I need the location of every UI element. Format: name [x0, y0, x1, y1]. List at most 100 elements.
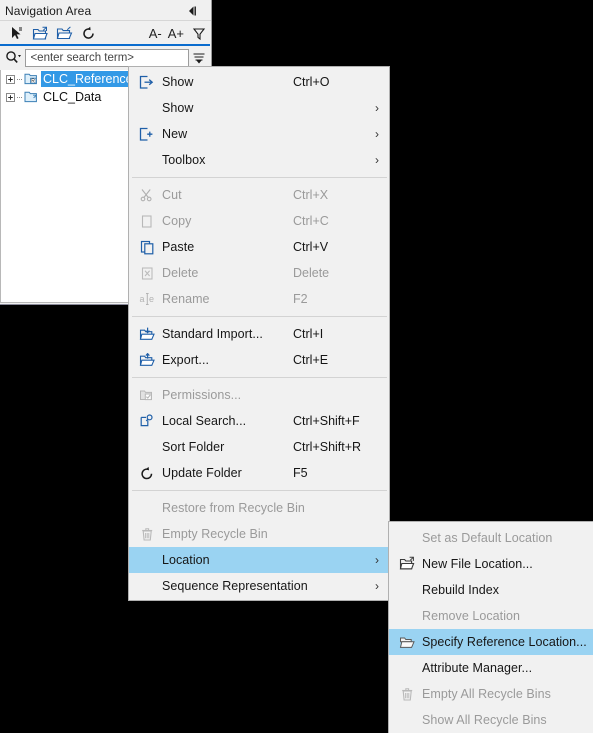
- menu-item-show-submenu[interactable]: Show ›: [129, 95, 389, 121]
- collapse-left-icon[interactable]: [185, 3, 199, 18]
- menu-item-accel: F2: [293, 292, 308, 306]
- trash-icon: [392, 683, 422, 705]
- refresh-icon[interactable]: [76, 23, 100, 45]
- menu-item-label: Export...: [162, 353, 209, 367]
- font-decrease-button[interactable]: A-: [146, 26, 165, 41]
- tree-item-label: CLC_Data: [43, 90, 102, 104]
- menu-item-accel: Ctrl+X: [293, 188, 329, 202]
- filter-funnel-icon[interactable]: [187, 23, 211, 45]
- menu-item-new[interactable]: New ›: [129, 121, 389, 147]
- submenu-item-attribute-manager[interactable]: Attribute Manager...: [389, 655, 593, 681]
- menu-item-sequence-representation[interactable]: Sequence Representation ›: [129, 573, 389, 599]
- search-input[interactable]: [25, 48, 190, 67]
- reference-folder-icon: R: [22, 71, 41, 87]
- menu-item-label: Paste: [162, 240, 195, 254]
- menu-item-label: Sequence Representation: [162, 579, 308, 593]
- menu-item-label: Sort Folder: [162, 440, 225, 454]
- search-options-icon[interactable]: [189, 47, 209, 68]
- cursor-arrow-icon[interactable]: [4, 23, 28, 45]
- menu-item-label: Set as Default Location: [422, 531, 553, 545]
- open-folder-icon[interactable]: [52, 23, 76, 45]
- menu-item-delete[interactable]: Delete Delete: [129, 260, 389, 286]
- menu-item-label: Remove Location: [422, 609, 521, 623]
- location-submenu[interactable]: Set as Default Location New File Locatio…: [388, 521, 593, 733]
- menu-item-icon-placeholder: [392, 709, 422, 731]
- svg-text:a: a: [139, 294, 144, 304]
- menu-separator: [132, 377, 387, 378]
- menu-item-sort-folder[interactable]: Sort Folder Ctrl+Shift+R: [129, 434, 389, 460]
- menu-item-icon-placeholder: [132, 497, 162, 519]
- menu-item-icon-placeholder: [392, 657, 422, 679]
- show-open-icon: [132, 71, 162, 93]
- menu-item-icon-placeholder: [132, 149, 162, 171]
- add-folder-icon[interactable]: [28, 23, 52, 45]
- menu-item-label: Location: [162, 553, 210, 567]
- menu-item-accel: Ctrl+Shift+F: [293, 414, 360, 428]
- menu-item-icon-placeholder: [392, 527, 422, 549]
- menu-item-export[interactable]: Export... Ctrl+E: [129, 347, 389, 373]
- menu-separator: [132, 177, 387, 178]
- local-search-icon: [132, 410, 162, 432]
- menu-item-label: New File Location...: [422, 557, 533, 571]
- context-menu[interactable]: Show Ctrl+O Show › New › Toolbox › Cut C…: [128, 66, 390, 601]
- copy-icon: [132, 210, 162, 232]
- permissions-icon: [132, 384, 162, 406]
- submenu-item-new-file-location[interactable]: New File Location...: [389, 551, 593, 577]
- submenu-item-empty-all-recycle-bins[interactable]: Empty All Recycle Bins: [389, 681, 593, 707]
- menu-item-permissions[interactable]: Permissions...: [129, 382, 389, 408]
- menu-item-label: Rebuild Index: [422, 583, 500, 597]
- menu-item-icon-placeholder: [392, 579, 422, 601]
- menu-item-accel: Ctrl+V: [293, 240, 329, 254]
- font-increase-button[interactable]: A+: [165, 26, 187, 41]
- new-plus-icon: [132, 123, 162, 145]
- menu-item-update-folder[interactable]: Update Folder F5: [129, 460, 389, 486]
- menu-item-label: Show: [162, 101, 194, 115]
- menu-item-label: Permissions...: [162, 388, 242, 402]
- chevron-right-icon: ›: [375, 579, 379, 593]
- menu-item-label: Rename: [162, 292, 210, 306]
- navigation-area-title-bar: Navigation Area: [0, 0, 211, 21]
- rename-icon: a e: [132, 288, 162, 310]
- tree-item-label: CLC_Reference: [41, 71, 136, 87]
- refresh-icon: [132, 462, 162, 484]
- menu-item-accel: F5: [293, 466, 308, 480]
- expand-toggle-icon[interactable]: [4, 73, 17, 86]
- menu-item-rename[interactable]: a e Rename F2: [129, 286, 389, 312]
- menu-item-show-open[interactable]: Show Ctrl+O: [129, 69, 389, 95]
- menu-item-location[interactable]: Location ›: [129, 547, 389, 573]
- menu-item-paste[interactable]: Paste Ctrl+V: [129, 234, 389, 260]
- submenu-item-specify-reference-location[interactable]: Specify Reference Location...: [389, 629, 593, 655]
- menu-item-copy[interactable]: Copy Ctrl+C: [129, 208, 389, 234]
- open-folder-icon: [392, 631, 422, 653]
- expand-toggle-icon[interactable]: [4, 91, 17, 104]
- menu-item-restore-from-recycle-bin[interactable]: Restore from Recycle Bin: [129, 495, 389, 521]
- screen-root: Navigation Area A- A+ <enter search term…: [0, 0, 593, 733]
- submenu-item-remove-location[interactable]: Remove Location: [389, 603, 593, 629]
- menu-item-local-search[interactable]: Local Search... Ctrl+Shift+F: [129, 408, 389, 434]
- menu-item-toolbox[interactable]: Toolbox ›: [129, 147, 389, 173]
- search-magnifier-icon[interactable]: [2, 47, 25, 68]
- submenu-item-show-all-recycle-bins[interactable]: Show All Recycle Bins: [389, 707, 593, 733]
- menu-item-icon-placeholder: [132, 97, 162, 119]
- chevron-right-icon: ›: [375, 127, 379, 141]
- menu-item-standard-import[interactable]: Standard Import... Ctrl+I: [129, 321, 389, 347]
- menu-item-accel: Ctrl+C: [293, 214, 329, 228]
- import-icon: [132, 323, 162, 345]
- menu-item-label: Toolbox: [162, 153, 206, 167]
- menu-item-label: Cut: [162, 188, 182, 202]
- menu-item-icon-placeholder: [132, 549, 162, 571]
- menu-item-cut[interactable]: Cut Ctrl+X: [129, 182, 389, 208]
- menu-item-label: Copy: [162, 214, 192, 228]
- menu-item-label: Show: [162, 75, 194, 89]
- menu-item-empty-recycle-bin[interactable]: Empty Recycle Bin: [129, 521, 389, 547]
- trash-icon: [132, 523, 162, 545]
- submenu-item-rebuild-index[interactable]: Rebuild Index: [389, 577, 593, 603]
- menu-item-label: Show All Recycle Bins: [422, 713, 547, 727]
- menu-item-label: Empty Recycle Bin: [162, 527, 268, 541]
- delete-icon: [132, 262, 162, 284]
- submenu-item-set-as-default-location[interactable]: Set as Default Location: [389, 525, 593, 551]
- chevron-right-icon: ›: [375, 553, 379, 567]
- menu-item-label: Delete: [162, 266, 199, 280]
- data-folder-icon: [22, 89, 41, 105]
- menu-item-label: Restore from Recycle Bin: [162, 501, 305, 515]
